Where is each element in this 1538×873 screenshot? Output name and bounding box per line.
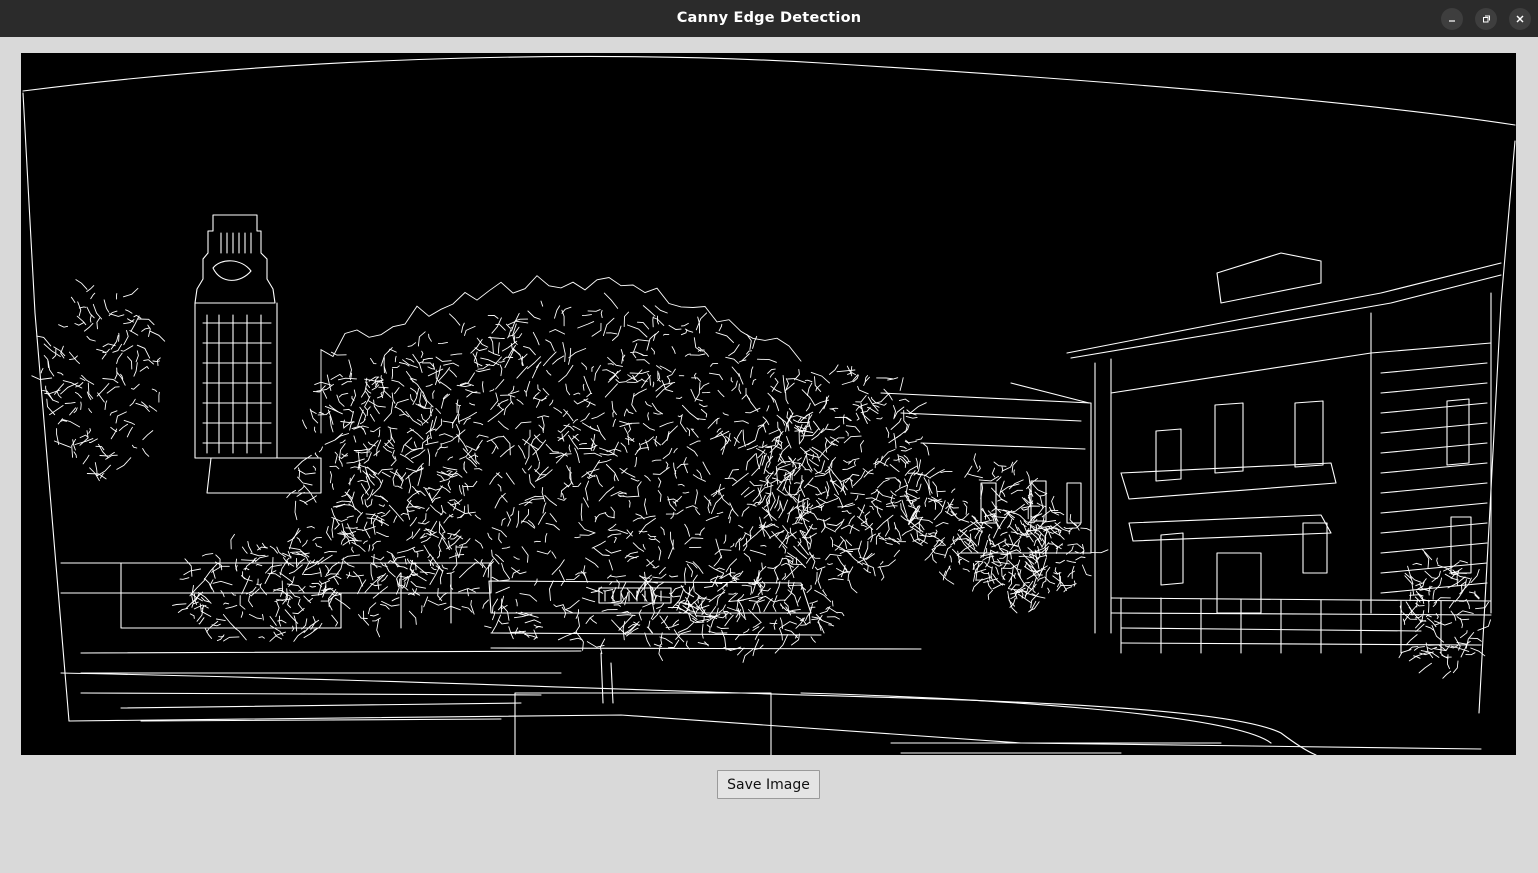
close-button[interactable] (1509, 8, 1531, 30)
maximize-icon (1483, 15, 1490, 23)
close-icon (1516, 15, 1524, 23)
window-title: Canny Edge Detection (676, 10, 862, 26)
title-bar: Canny Edge Detection (0, 0, 1538, 37)
edge-image (21, 53, 1516, 755)
minimize-icon (1449, 20, 1455, 22)
maximize-button[interactable] (1475, 8, 1497, 30)
minimize-button[interactable] (1441, 8, 1463, 30)
edge-image-canvas (21, 53, 1516, 755)
save-image-button[interactable]: Save Image (717, 770, 820, 799)
